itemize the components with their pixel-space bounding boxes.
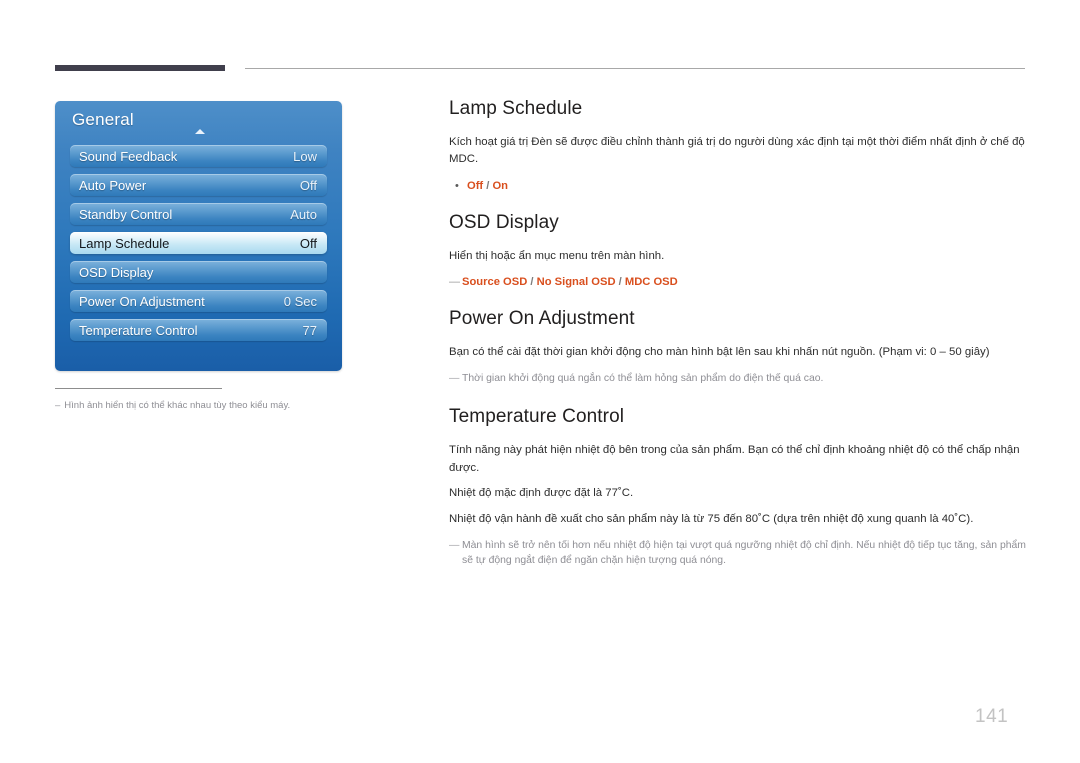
section-options: — Source OSD / No Signal OSD / MDC OSD (449, 274, 1027, 291)
page-number: 141 (975, 706, 1009, 727)
osd-menu-list: Sound Feedback Low Auto Power Off Standby Co… (70, 145, 327, 348)
osd-item-label: Standby Control (79, 206, 173, 222)
triangle-up-icon[interactable] (195, 129, 205, 134)
dash-marker-icon: — (449, 372, 460, 384)
section-note: — Thời gian khởi động quá ngắn có thể làm… (449, 371, 1027, 387)
option-value-list: Off / On (467, 178, 508, 195)
header-accent-bar (55, 65, 225, 71)
osd-menu-title: General (72, 110, 134, 129)
section-title: Temperature Control (449, 406, 625, 428)
section-title: Lamp Schedule (449, 98, 583, 119)
osd-menu-item-standby-control[interactable]: Standby Control Auto (70, 203, 327, 225)
osd-item-value: Off (299, 177, 317, 193)
osd-item-value: 77 (302, 322, 317, 338)
section-note-text: Thời gian khởi động quá ngắn có thể làm … (462, 372, 824, 384)
section-note: — Màn hình sẽ trở nên tối hơn nếu nhiệt đ… (449, 538, 1027, 569)
section-options: • Off / On (449, 178, 1027, 195)
osd-item-label: Sound Feedback (79, 148, 178, 164)
osd-item-label: Lamp Schedule (79, 235, 170, 251)
option-separator: / (615, 276, 625, 289)
panel-footnote-block: – Hình ảnh hiển thị có thể khác nhau tùy… (55, 388, 385, 413)
bullet-dot-icon: • (455, 180, 459, 193)
section-paragraph: Nhiệt độ vận hành đề xuất cho sản phẩm n… (449, 513, 974, 526)
manual-content-column: Lamp Schedule Kích hoạt giá trị Đèn sẽ đư… (449, 98, 1027, 589)
section-title: Power On Adjustment (449, 308, 635, 330)
osd-item-label: OSD Display (79, 264, 154, 280)
osd-menu-item-power-on-adjustment[interactable]: Power On Adjustment 0 Sec (70, 290, 327, 312)
dash-marker-icon: — (449, 539, 460, 551)
header-divider-line (245, 68, 1025, 69)
option-value: MDC OSD (624, 276, 678, 289)
section-paragraph: Nhiệt độ mặc định được đặt là 77˚C. (449, 487, 634, 500)
option-value-list: Source OSD / No Signal OSD / MDC OSD (462, 274, 678, 291)
option-separator: / (527, 276, 537, 289)
osd-menu-item-sound-feedback[interactable]: Sound Feedback Low (70, 145, 327, 167)
osd-menu-panel: General Sound Feedback Low Auto Power Off St… (55, 101, 342, 371)
osd-menu-item-temperature-control[interactable]: Temperature Control 77 (70, 319, 327, 341)
section-power-on-adjustment: Power On Adjustment Bạn có thể cài đặt th… (449, 308, 1027, 386)
option-value: Off (467, 180, 484, 193)
page-header-rules (0, 0, 1080, 90)
option-value: No Signal OSD (536, 276, 616, 289)
osd-item-label: Temperature Control (79, 322, 198, 338)
section-paragraph: Tính năng này phát hiện nhiệt độ bên tro… (449, 444, 1020, 474)
section-lamp-schedule: Lamp Schedule Kích hoạt giá trị Đèn sẽ đư… (449, 98, 1027, 195)
section-osd-display: OSD Display Hiển thị hoặc ẩn mục menu trê… (449, 212, 1027, 291)
option-value: On (492, 180, 509, 193)
osd-item-label: Power On Adjustment (79, 293, 205, 309)
manual-page: General Sound Feedback Low Auto Power Off St… (0, 0, 1080, 763)
dash-marker-icon: — (449, 276, 460, 289)
osd-item-value: Off (299, 235, 317, 251)
section-title: OSD Display (449, 211, 559, 233)
panel-footnote-text: Hình ảnh hiển thị có thể khác nhau tùy t… (64, 400, 291, 411)
panel-footnote: – Hình ảnh hiển thị có thể khác nhau tùy… (55, 399, 385, 413)
osd-item-label: Auto Power (79, 177, 147, 193)
section-paragraph: Hiển thị hoặc ẩn mục menu trên màn hình. (449, 249, 665, 262)
section-temperature-control: Temperature Control Tính năng này phát hi… (449, 406, 1027, 569)
osd-item-value: 0 Sec (283, 293, 317, 309)
osd-menu-item-auto-power[interactable]: Auto Power Off (70, 174, 327, 196)
section-paragraph: Kích hoạt giá trị Đèn sẽ được điều chỉnh… (449, 135, 1025, 166)
section-note-text: Màn hình sẽ trở nên tối hơn nếu nhiệt độ… (462, 539, 1026, 567)
section-paragraph: Bạn có thể cài đặt thời gian khởi động c… (449, 346, 990, 358)
osd-item-value: Low (293, 148, 317, 164)
osd-menu-item-lamp-schedule[interactable]: Lamp Schedule Off (70, 232, 327, 254)
osd-item-value: Auto (290, 206, 317, 222)
footnote-separator (55, 388, 222, 389)
dash-marker-icon: – (55, 400, 61, 411)
option-value: Source OSD (462, 276, 528, 289)
osd-menu-item-osd-display[interactable]: OSD Display (70, 261, 327, 283)
